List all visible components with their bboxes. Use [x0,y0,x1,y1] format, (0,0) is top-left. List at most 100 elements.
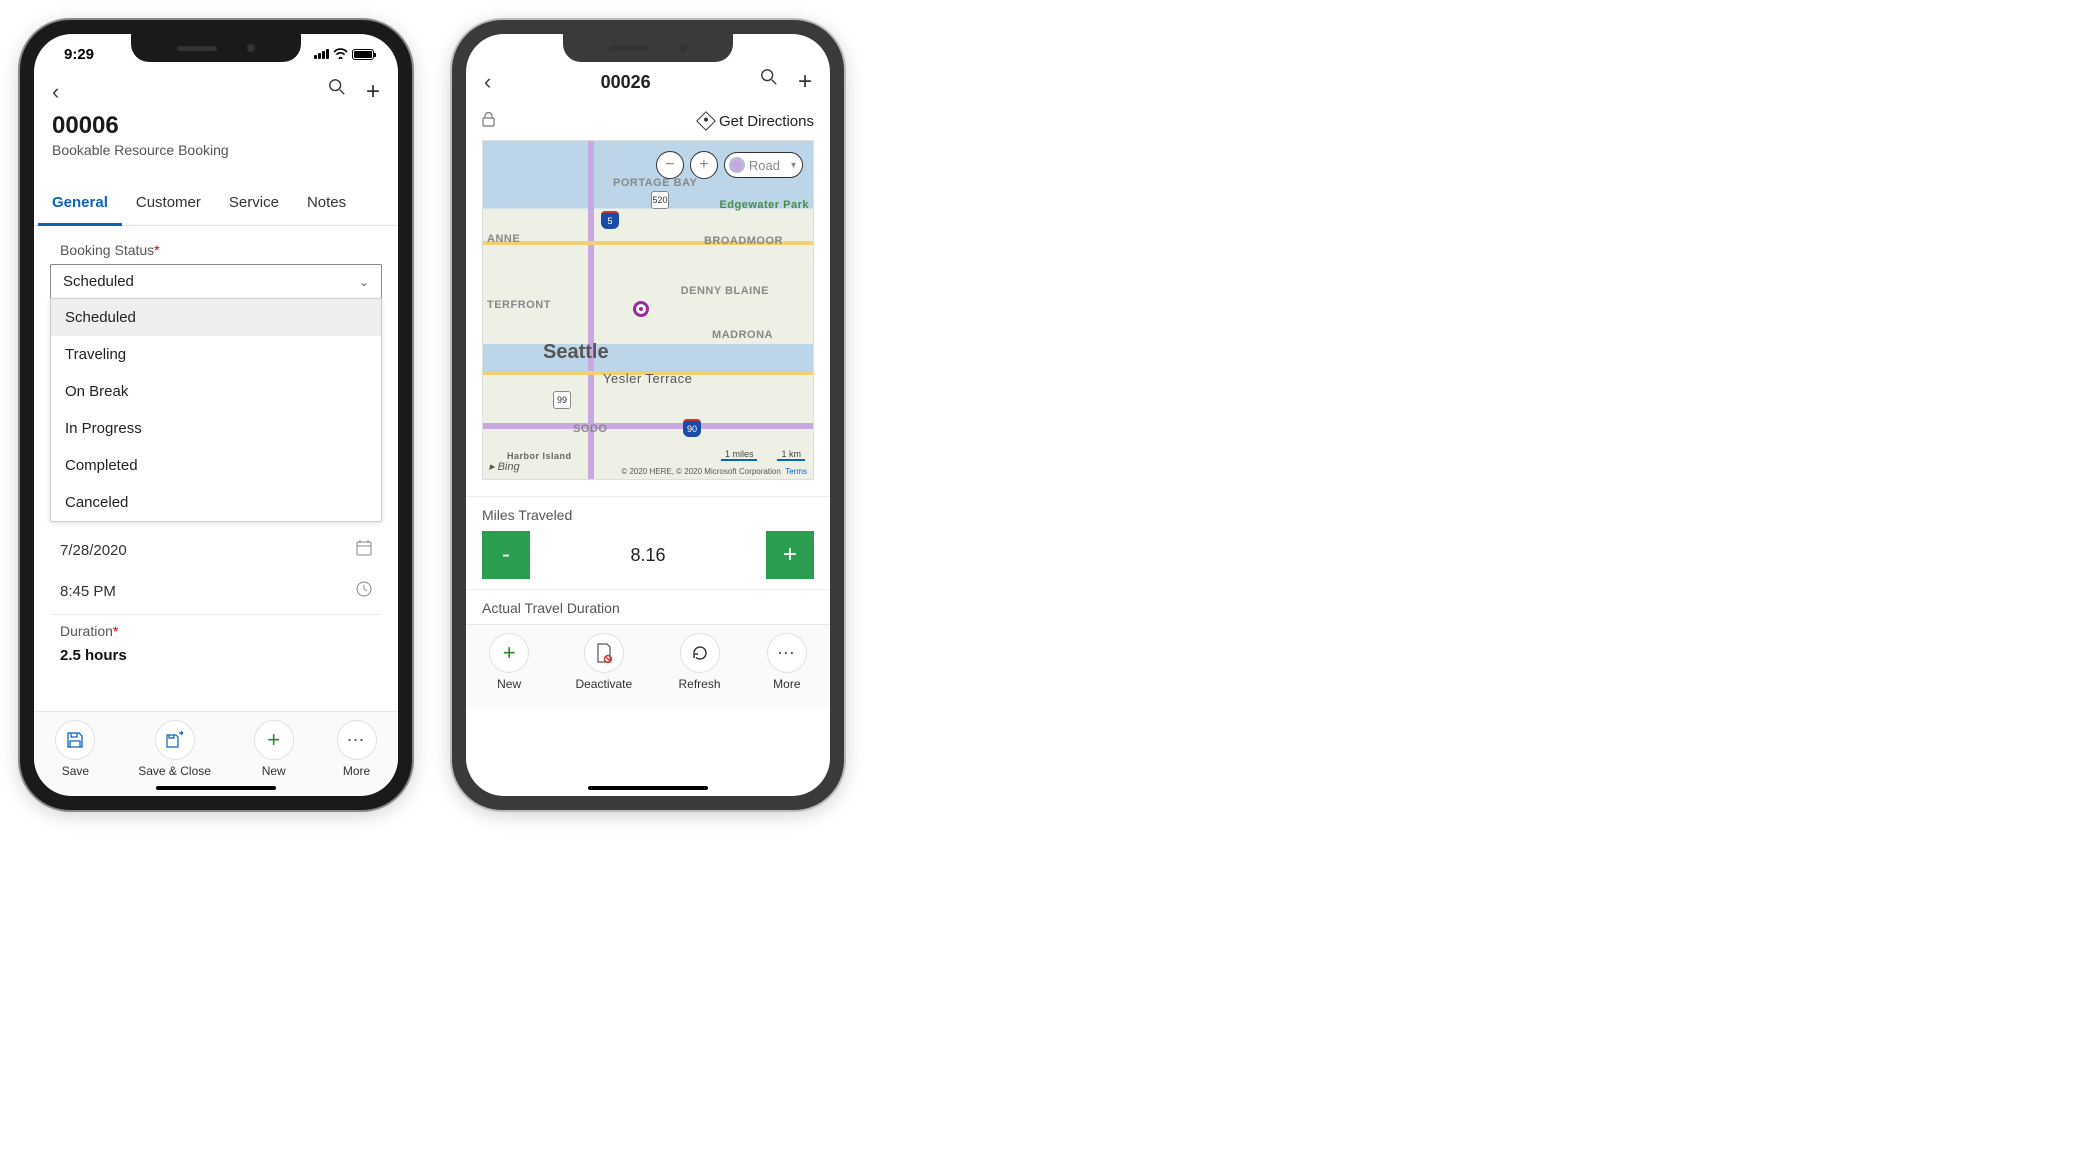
notch [131,34,301,62]
map-provider: ▸ Bing [489,460,520,473]
get-directions-button[interactable]: Get Directions [699,113,814,130]
duration-label: Duration* [50,617,382,645]
option-on-break[interactable]: On Break [51,373,381,410]
refresh-button[interactable]: Refresh [678,633,720,691]
directions-icon [696,111,716,131]
map-label-anne: ANNE [487,233,520,245]
map-pin [633,301,649,317]
map-type-select[interactable]: Road [724,152,803,178]
phone-frame-2: ‹ 00026 + Get Directions [452,20,844,810]
miles-value[interactable]: 8.16 [530,545,766,566]
miles-decrement-button[interactable]: - [482,531,530,579]
option-traveling[interactable]: Traveling [51,336,381,373]
shield-520: 520 [651,191,669,209]
booking-status-value: Scheduled [63,273,134,290]
option-in-progress[interactable]: In Progress [51,410,381,447]
map-city-label: Seattle [543,341,609,364]
add-button[interactable]: + [798,68,812,96]
map-label-broadmoor: BROADMOOR [704,235,783,247]
record-title: 00006 [52,112,380,140]
actual-travel-label: Actual Travel Duration [482,600,814,616]
home-indicator[interactable] [588,786,708,790]
lock-directions-row: Get Directions [466,102,830,140]
save-close-icon [155,720,195,760]
booking-status-select[interactable]: Scheduled ⌄ [50,264,382,299]
record-subtitle: Bookable Resource Booking [52,142,380,158]
back-button[interactable]: ‹ [52,79,59,105]
topbar: ‹ 00026 + [466,64,830,102]
map-controls: − + Road [656,151,803,179]
plus-icon: + [254,720,294,760]
zoom-in-button[interactable]: + [690,151,718,179]
tab-notes[interactable]: Notes [293,182,360,225]
new-button[interactable]: + New [254,720,294,778]
home-indicator[interactable] [156,786,276,790]
phone-frame-1: 9:29 ‹ + 00006 Bookable Resource Booking [20,20,412,810]
option-completed[interactable]: Completed [51,447,381,484]
tabs: General Customer Service Notes [34,182,398,226]
tab-general[interactable]: General [38,182,122,226]
shield-90: 90 [683,419,701,437]
back-button[interactable]: ‹ [484,69,491,95]
deactivate-icon [584,633,624,673]
search-icon[interactable] [760,68,778,96]
more-icon: ⋯ [337,720,377,760]
save-close-button[interactable]: Save & Close [138,720,211,778]
wifi-icon [333,46,348,62]
booking-status-label: Booking Status* [50,242,382,264]
new-button[interactable]: + New [489,633,529,691]
shield-5: 5 [601,211,619,229]
clock-icon [356,581,372,602]
date-value: 7/28/2020 [60,542,127,559]
zoom-out-button[interactable]: − [656,151,684,179]
deactivate-button[interactable]: Deactivate [575,633,632,691]
map-label-madrona: MADRONA [712,329,773,341]
lock-icon [482,112,495,130]
more-button[interactable]: ⋯ More [337,720,377,778]
topbar: ‹ + [34,74,398,112]
booking-status-dropdown: Scheduled Traveling On Break In Progress… [50,298,382,522]
battery-icon [352,49,374,60]
time-value: 8:45 PM [60,583,116,600]
form-content: Booking Status* Scheduled ⌄ Scheduled Tr… [34,226,398,711]
map-label-terfront: TERFRONT [487,299,551,311]
more-button[interactable]: ⋯ More [767,633,807,691]
map-label-sodo: SODO [573,423,607,435]
bottom-toolbar: Save Save & Close + New ⋯ More [34,711,398,796]
plus-icon: + [489,633,529,673]
booking-status-field: Booking Status* Scheduled ⌄ Scheduled Tr… [50,242,382,522]
bottom-toolbar: + New Deactivate Refresh ⋯ More [466,624,830,709]
record-title: 00026 [601,72,651,93]
signal-icon [314,49,329,59]
shield-99: 99 [553,391,571,409]
miles-increment-button[interactable]: + [766,531,814,579]
screen-1: 9:29 ‹ + 00006 Bookable Resource Booking [34,34,398,796]
calendar-icon [356,540,372,561]
save-icon [55,720,95,760]
map-terms-link[interactable]: Terms [785,467,807,476]
date-field[interactable]: 7/28/2020 [50,530,382,571]
add-button[interactable]: + [366,78,380,106]
chevron-down-icon: ⌄ [359,275,369,289]
map-scale: 1 miles 1 km [721,449,805,461]
duration-field[interactable]: 2.5 hours [50,645,382,674]
tab-service[interactable]: Service [215,182,293,225]
miles-label: Miles Traveled [482,507,814,523]
status-time: 9:29 [64,46,94,63]
miles-traveled-field: Miles Traveled - 8.16 + [466,496,830,589]
actual-travel-field: Actual Travel Duration [466,589,830,624]
more-icon: ⋯ [767,633,807,673]
screen-2: ‹ 00026 + Get Directions [466,34,830,796]
map[interactable]: PORTAGE BAY Edgewater Park BROADMOOR DEN… [482,140,814,480]
save-button[interactable]: Save [55,720,95,778]
duration-value: 2.5 hours [60,647,127,664]
refresh-icon [680,633,720,673]
search-icon[interactable] [328,78,346,106]
status-icons [314,46,374,62]
option-scheduled[interactable]: Scheduled [51,299,381,336]
time-field[interactable]: 8:45 PM [50,571,382,612]
page-header: 00006 Bookable Resource Booking [34,112,398,168]
option-canceled[interactable]: Canceled [51,484,381,521]
map-label-yesler: Yesler Terrace [603,371,692,386]
tab-customer[interactable]: Customer [122,182,215,225]
